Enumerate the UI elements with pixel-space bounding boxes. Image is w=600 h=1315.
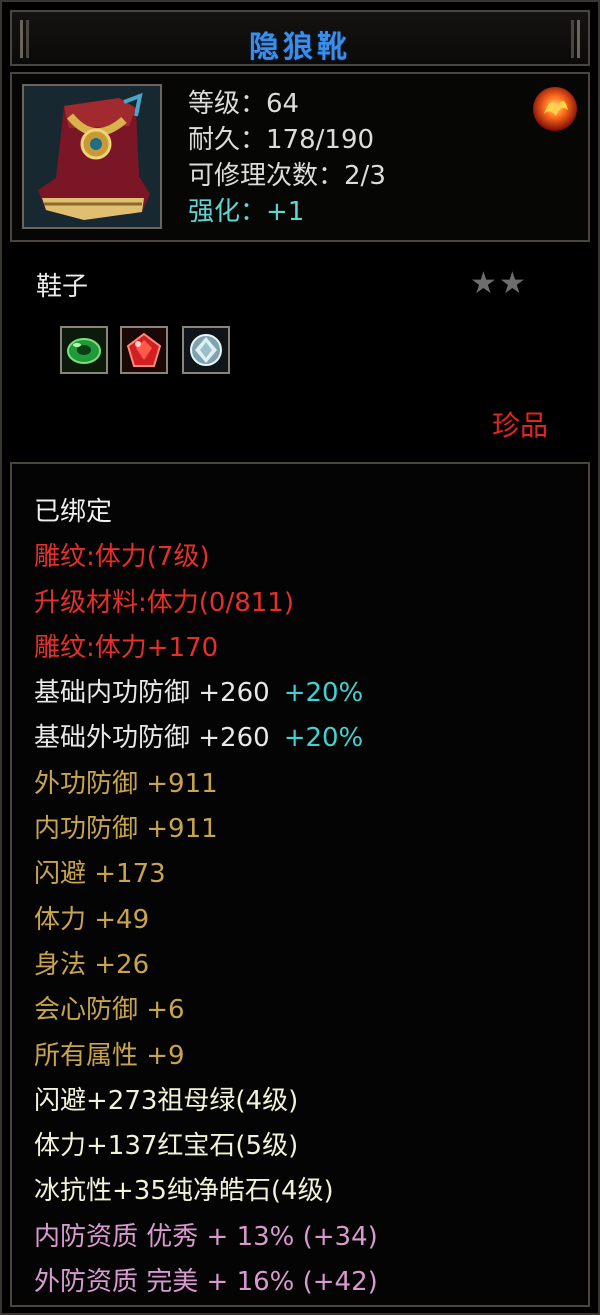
item-name: 隐狼靴 <box>249 30 351 65</box>
stat-value: 64 <box>266 89 300 119</box>
attribute-text: 外功防御 +911 <box>34 768 218 799</box>
title-ornament-right <box>577 20 580 58</box>
attribute-text: 闪避+273祖母绿(4级) <box>34 1085 299 1116</box>
title-bar: 隐狼靴 <box>10 10 590 66</box>
attribute-text: 所有属性 +9 <box>34 1040 185 1071</box>
stat-value: 2/3 <box>344 161 386 191</box>
gem-slot-2[interactable] <box>120 326 168 374</box>
stat-enhancement: 强化：+1 <box>188 194 386 230</box>
attribute-text: 身法 +26 <box>34 949 150 980</box>
item-type: 鞋子 <box>36 272 89 302</box>
attribute-text: 冰抗性+35纯净皓石(4级) <box>34 1176 334 1207</box>
star-rating: ★★ <box>470 268 528 300</box>
attribute-line: 外功防御 +911 <box>34 762 378 807</box>
stat-value: 178/190 <box>266 125 375 155</box>
attribute-line: 会心防御 +6 <box>34 988 378 1033</box>
attribute-line: 升级材料:体力(0/811) <box>34 581 378 626</box>
attribute-list: 已绑定 雕纹:体力(7级) 升级材料:体力(0/811) 雕纹:体力+170 基… <box>34 490 378 1305</box>
attribute-line: 内功防御 +911 <box>34 807 378 852</box>
attribute-text: 已绑定 <box>34 497 113 527</box>
attribute-line: 内防资质 优秀 + 13% (+34) <box>34 1215 378 1260</box>
attribute-text: 内防资质 优秀 + 13% (+34) <box>34 1221 378 1252</box>
green-jade-gem-icon <box>62 328 106 372</box>
gem-slot-1[interactable] <box>60 326 108 374</box>
attribute-line: 闪避 +173 <box>34 852 378 897</box>
stat-label: 等级： <box>188 89 267 119</box>
attribute-line: 雕纹:体力+170 <box>34 626 378 671</box>
attribute-text: 外防资质 完美 + 16% (+42) <box>34 1267 378 1298</box>
attribute-text: 体力+137红宝石(5级) <box>34 1131 299 1162</box>
attribute-text: 基础外功防御 +260 <box>34 723 270 754</box>
stat-repair-count: 可修理次数：2/3 <box>188 158 386 194</box>
attribute-text: 升级材料:体力(0/811) <box>34 587 294 618</box>
attribute-text: 雕纹:体力(7级) <box>34 542 210 573</box>
attribute-text: 闪避 +173 <box>34 859 166 890</box>
stat-label: 可修理次数： <box>188 161 345 191</box>
gem-slot-3[interactable] <box>182 326 230 374</box>
item-stats: 等级：64 耐久：178/190 可修理次数：2/3 强化：+1 <box>188 86 386 230</box>
attribute-bonus: +20% <box>283 723 364 754</box>
attribute-line: 体力 +49 <box>34 898 378 943</box>
attribute-line: 基础外功防御 +260 +20% <box>34 716 378 761</box>
attribute-line: 基础内功防御 +260 +20% <box>34 671 378 716</box>
attribute-line: 雕纹:体力(7级) <box>34 535 378 580</box>
red-ruby-gem-icon <box>122 328 166 372</box>
attribute-text: 会心防御 +6 <box>34 995 185 1026</box>
attribute-line: 身法 +26 <box>34 943 378 988</box>
attribute-line: 所有属性 +9 <box>34 1034 378 1079</box>
stat-durability: 耐久：178/190 <box>188 122 386 158</box>
attribute-text: 雕纹:体力+170 <box>34 632 219 663</box>
attribute-line: 冰抗性+35纯净皓石(4级) <box>34 1169 378 1214</box>
attribute-line: 外防资质 完美 + 16% (+42) <box>34 1260 378 1305</box>
star-icon: ★ <box>498 266 526 301</box>
boots-icon[interactable] <box>22 84 162 229</box>
stat-level: 等级：64 <box>188 86 386 122</box>
attribute-line: 闪避+273祖母绿(4级) <box>34 1079 378 1124</box>
stat-value: +1 <box>266 197 305 227</box>
fire-orb-icon <box>530 84 580 134</box>
stat-label: 耐久： <box>188 125 267 155</box>
attribute-bonus: +20% <box>283 678 364 709</box>
attribute-text: 基础内功防御 +260 <box>34 678 270 709</box>
rarity-label: 珍品 <box>492 409 549 442</box>
attribute-line: 体力+137红宝石(5级) <box>34 1124 378 1169</box>
attribute-text: 体力 +49 <box>34 904 150 935</box>
white-diamond-gem-icon <box>184 328 228 372</box>
stat-label: 强化： <box>188 197 267 227</box>
star-icon: ★ <box>470 266 497 301</box>
attribute-line: 已绑定 <box>34 490 378 535</box>
attribute-text: 内功防御 +911 <box>34 814 218 845</box>
